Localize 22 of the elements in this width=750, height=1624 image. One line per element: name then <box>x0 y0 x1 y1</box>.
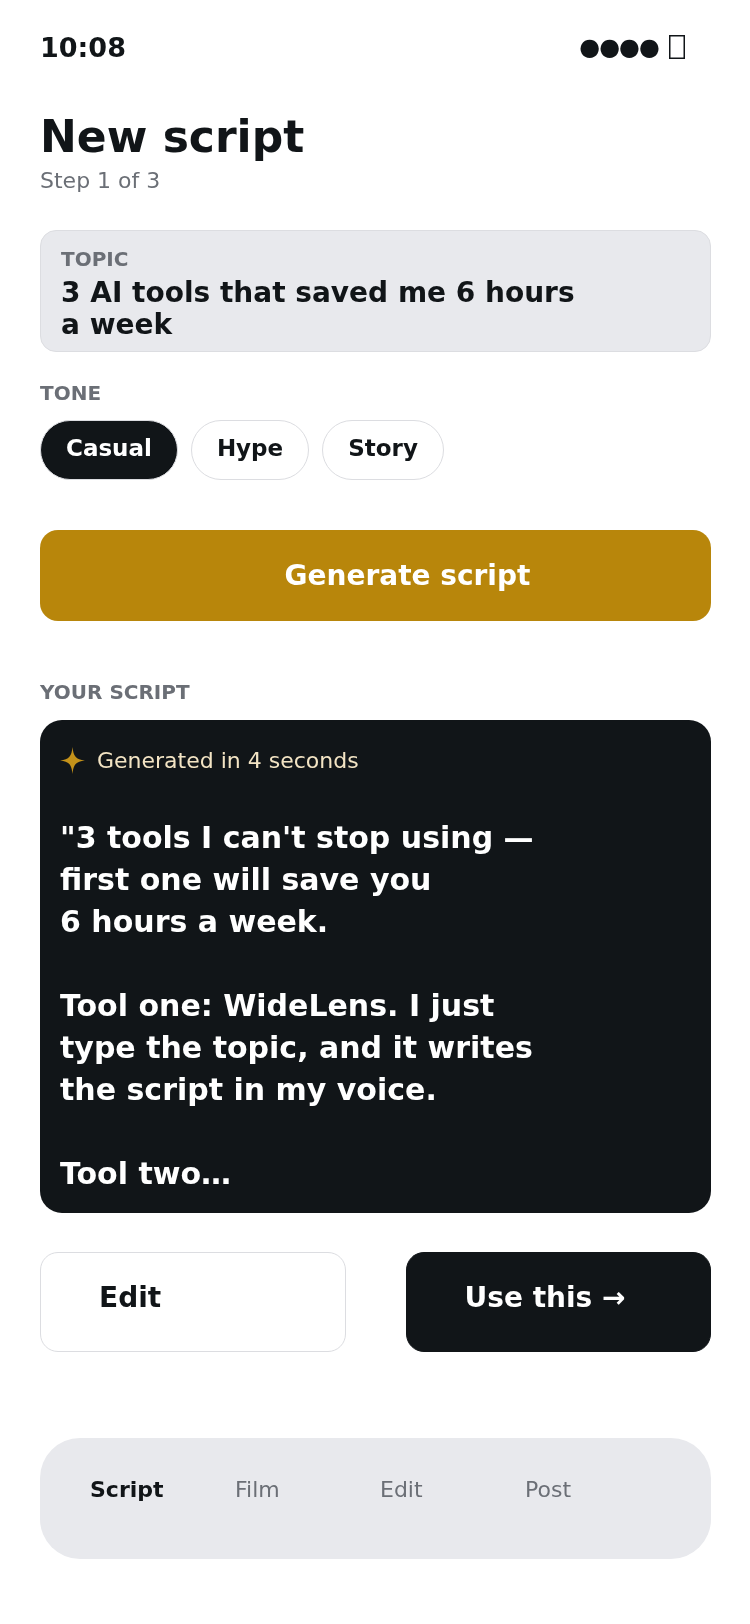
battery-icon <box>669 35 685 59</box>
page-title: New script <box>40 111 306 163</box>
tab[interactable]: Post <box>525 1476 572 1504</box>
tone-chip[interactable]: Casual <box>40 420 178 480</box>
field-value: 3 AI tools that saved me 6 hours a week <box>61 277 576 341</box>
tone-chip[interactable]: Story <box>322 420 444 480</box>
section-label: TONE <box>40 381 103 405</box>
tab[interactable]: Edit <box>380 1476 423 1504</box>
status-time: 10:08 <box>40 31 126 63</box>
tab[interactable]: Script <box>90 1476 164 1504</box>
use-this-button[interactable]: Use this → <box>405 1252 711 1352</box>
field-label: TOPIC <box>61 247 130 271</box>
sparkle-icon <box>60 747 85 774</box>
script-text: "3 tools I can't stop using — first one will save you 6 hours a week. Tool one: WideLens. I just type the topic, and it writes the script in my voice. Tool two… <box>60 819 535 1193</box>
signal-indicator: ●●●● <box>579 35 659 59</box>
generation-status: Generated in 4 seconds <box>97 747 359 774</box>
step-indicator: Step 1 of 3 <box>40 167 162 195</box>
tone-chip[interactable]: Hype <box>190 420 310 480</box>
edit-button[interactable]: Edit <box>40 1252 346 1352</box>
tab[interactable]: Film <box>235 1476 280 1504</box>
section-label: YOUR SCRIPT <box>40 680 191 704</box>
topic-field[interactable]: TOPIC 3 AI tools that saved me 6 hours a week <box>40 230 711 352</box>
